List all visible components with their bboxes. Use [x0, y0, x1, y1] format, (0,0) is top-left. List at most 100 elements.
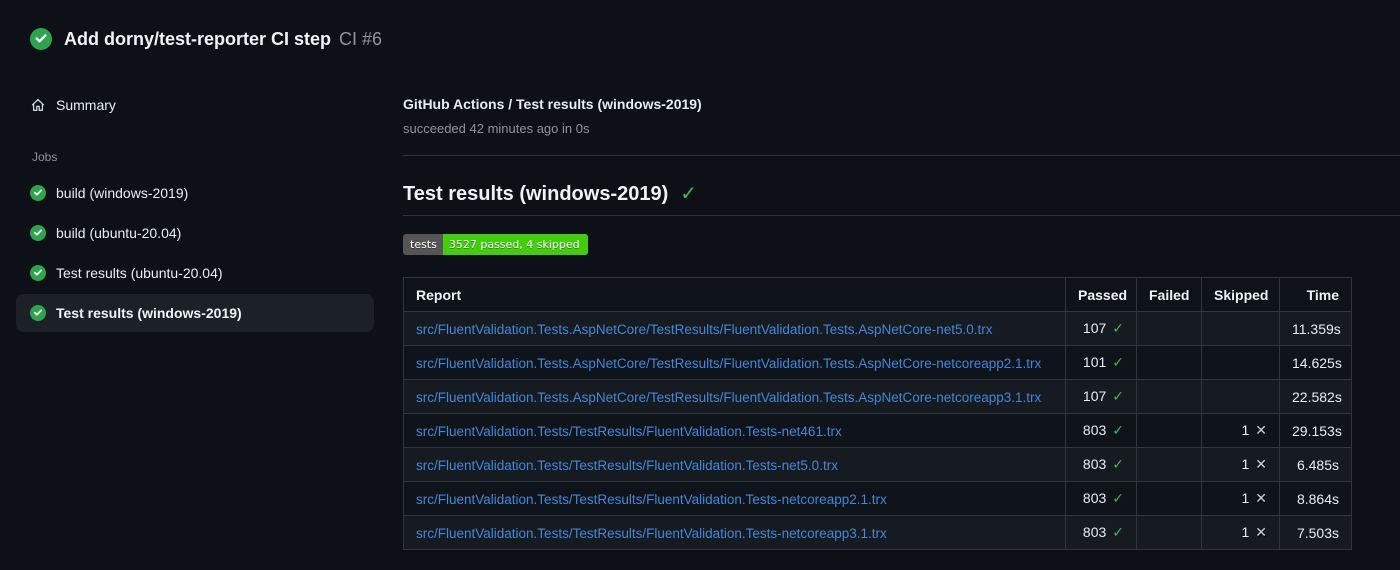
main-content: GitHub Actions / Test results (windows-2… [390, 50, 1400, 550]
skipped-cell: 1 ✕ [1201, 515, 1280, 550]
column-header-report: Report [403, 277, 1066, 312]
job-item-label: Test results (windows-2019) [56, 305, 242, 321]
report-cell: src/FluentValidation.Tests/TestResults/F… [403, 481, 1066, 516]
table-row: src/FluentValidation.Tests.AspNetCore/Te… [403, 345, 1352, 380]
table-row: src/FluentValidation.Tests/TestResults/F… [403, 447, 1352, 482]
divider [403, 155, 1400, 156]
table-header-row: Report Passed Failed Skipped Time [403, 277, 1352, 312]
home-icon [31, 98, 45, 111]
passed-count: 803 [1082, 490, 1107, 506]
time-cell: 6.485s [1279, 447, 1352, 482]
passed-check-icon: ✓ [1112, 456, 1124, 472]
tests-badge-label: tests [403, 234, 443, 255]
job-item-label: build (windows-2019) [56, 185, 189, 201]
job-item-label: Test results (ubuntu-20.04) [56, 265, 223, 281]
success-check-circle-icon [30, 185, 46, 201]
skipped-cell: 1 ✕ [1201, 447, 1280, 482]
report-file-link[interactable]: src/FluentValidation.Tests.AspNetCore/Te… [416, 390, 1041, 405]
skipped-cell [1201, 345, 1280, 380]
skipped-count: 1 [1241, 490, 1250, 506]
column-header-skipped: Skipped [1201, 277, 1280, 312]
skipped-x-icon: ✕ [1255, 490, 1267, 506]
failed-cell [1136, 311, 1202, 346]
passed-count: 803 [1082, 456, 1107, 472]
tests-badge: tests 3527 passed, 4 skipped [403, 234, 588, 255]
passed-cell: 107 ✓ [1065, 379, 1137, 414]
tests-badge-value: 3527 passed, 4 skipped [442, 234, 588, 255]
passed-cell: 803 ✓ [1065, 447, 1137, 482]
report-file-link[interactable]: src/FluentValidation.Tests.AspNetCore/Te… [416, 356, 1041, 371]
job-status-line: succeeded 42 minutes ago in 0s [403, 121, 590, 136]
passed-cell: 101 ✓ [1065, 345, 1137, 380]
skipped-cell: 1 ✕ [1201, 413, 1280, 448]
passed-check-icon: ✓ [1112, 490, 1124, 506]
passed-cell: 107 ✓ [1065, 311, 1137, 346]
table-row: src/FluentValidation.Tests/TestResults/F… [403, 481, 1352, 516]
time-cell: 7.503s [1279, 515, 1352, 550]
report-file-link[interactable]: src/FluentValidation.Tests/TestResults/F… [416, 492, 887, 507]
report-file-link[interactable]: src/FluentValidation.Tests.AspNetCore/Te… [416, 322, 993, 337]
skipped-count: 1 [1241, 422, 1250, 438]
table-row: src/FluentValidation.Tests.AspNetCore/Te… [403, 379, 1352, 414]
report-file-link[interactable]: src/FluentValidation.Tests/TestResults/F… [416, 424, 842, 439]
report-heading-text: Test results (windows-2019) [403, 183, 669, 205]
passed-count: 107 [1082, 388, 1107, 404]
column-header-passed: Passed [1065, 277, 1137, 312]
time-cell: 22.582s [1279, 379, 1352, 414]
passed-count: 101 [1082, 354, 1107, 370]
report-file-link[interactable]: src/FluentValidation.Tests/TestResults/F… [416, 526, 887, 541]
report-cell: src/FluentValidation.Tests/TestResults/F… [403, 447, 1066, 482]
job-item-label: build (ubuntu-20.04) [56, 225, 182, 241]
sidebar-job-item[interactable]: Test results (ubuntu-20.04) [16, 254, 374, 292]
run-number: CI #6 [339, 28, 383, 49]
table-row: src/FluentValidation.Tests.AspNetCore/Te… [403, 311, 1352, 346]
sidebar-job-item[interactable]: build (windows-2019) [16, 174, 374, 212]
report-cell: src/FluentValidation.Tests/TestResults/F… [403, 515, 1066, 550]
passed-count: 803 [1082, 422, 1107, 438]
skipped-cell [1201, 311, 1280, 346]
success-check-circle-icon [30, 225, 46, 241]
sidebar: Summary Jobs build (windows-2019) build (… [0, 50, 390, 334]
skipped-x-icon: ✕ [1255, 456, 1267, 472]
skipped-count: 1 [1241, 456, 1250, 472]
failed-cell [1136, 345, 1202, 380]
job-title: GitHub Actions / Test results (windows-2… [403, 96, 702, 112]
success-check-circle-icon [30, 28, 52, 50]
passed-check-icon: ✓ [1112, 422, 1124, 438]
run-title: Add dorny/test-reporter CI step [64, 28, 332, 49]
passed-check-icon: ✓ [1112, 320, 1124, 336]
time-cell: 11.359s [1279, 311, 1352, 346]
passed-cell: 803 ✓ [1065, 481, 1137, 516]
report-cell: src/FluentValidation.Tests.AspNetCore/Te… [403, 311, 1066, 346]
results-table: Report Passed Failed Skipped Time src/Fl… [403, 277, 1352, 550]
sidebar-job-item[interactable]: build (ubuntu-20.04) [16, 214, 374, 252]
skipped-x-icon: ✕ [1255, 524, 1267, 540]
sidebar-summary-label: Summary [56, 97, 116, 113]
time-cell: 8.864s [1279, 481, 1352, 516]
passed-count: 107 [1082, 320, 1107, 336]
passed-check-icon: ✓ [1112, 388, 1124, 404]
failed-cell [1136, 481, 1202, 516]
sidebar-job-item[interactable]: Test results (windows-2019) [16, 294, 374, 332]
passed-count: 803 [1082, 524, 1107, 540]
passed-check-icon: ✓ [1112, 524, 1124, 540]
skipped-count: 1 [1241, 524, 1250, 540]
sidebar-item-summary[interactable]: Summary [16, 86, 374, 124]
report-cell: src/FluentValidation.Tests/TestResults/F… [403, 413, 1066, 448]
skipped-cell: 1 ✕ [1201, 481, 1280, 516]
time-cell: 14.625s [1279, 345, 1352, 380]
job-list: build (windows-2019) build (ubuntu-20.04)… [16, 174, 374, 332]
report-heading: Test results (windows-2019) ✓ [403, 182, 1400, 216]
jobs-section-label: Jobs [32, 150, 58, 164]
run-header: Add dorny/test-reporter CI step CI #6 [0, 0, 1400, 50]
success-check-icon: ✓ [680, 183, 698, 205]
failed-cell [1136, 379, 1202, 414]
failed-cell [1136, 515, 1202, 550]
skipped-cell [1201, 379, 1280, 414]
report-cell: src/FluentValidation.Tests.AspNetCore/Te… [403, 379, 1066, 414]
column-header-time: Time [1279, 277, 1352, 312]
table-row: src/FluentValidation.Tests/TestResults/F… [403, 413, 1352, 448]
report-file-link[interactable]: src/FluentValidation.Tests/TestResults/F… [416, 458, 838, 473]
time-cell: 29.153s [1279, 413, 1352, 448]
passed-cell: 803 ✓ [1065, 413, 1137, 448]
